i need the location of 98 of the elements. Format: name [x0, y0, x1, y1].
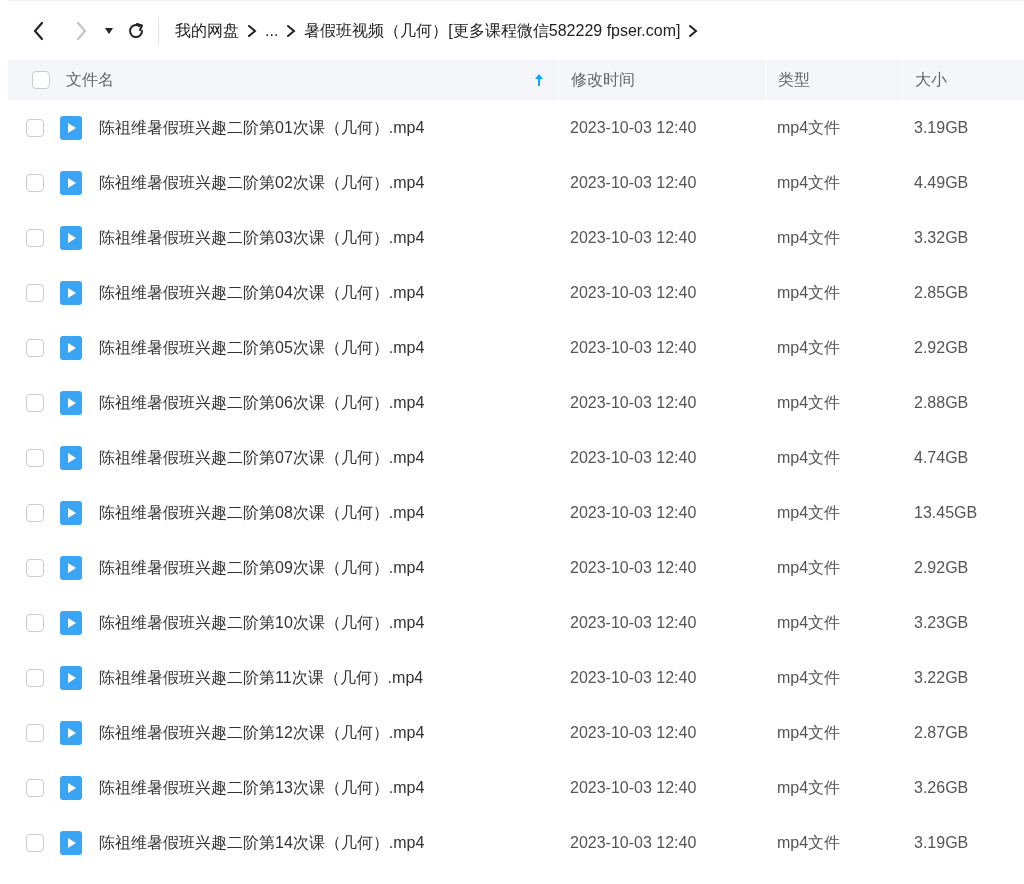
- checkbox[interactable]: [26, 723, 44, 742]
- file-size: 3.19GB: [914, 833, 969, 851]
- breadcrumb-link[interactable]: 我的网盘: [175, 18, 239, 43]
- file-name[interactable]: 陈祖维暑假班兴趣二阶第02次课（几何）.mp4: [99, 170, 425, 195]
- breadcrumb-link[interactable]: 暑假班视频（几何）[更多课程微信582229 fpser.com]: [304, 18, 681, 43]
- checkbox[interactable]: [26, 118, 44, 137]
- modified-time: 2023-10-03 12:40: [570, 338, 697, 356]
- file-type: mp4文件: [777, 558, 841, 576]
- file-name[interactable]: 陈祖维暑假班兴趣二阶第06次课（几何）.mp4: [99, 390, 425, 415]
- modified-time: 2023-10-03 12:40: [570, 448, 697, 466]
- file-size: 2.85GB: [914, 283, 969, 301]
- file-type: mp4文件: [777, 668, 841, 686]
- column-header[interactable]: 文件名: [66, 68, 114, 92]
- file-size: 3.19GB: [914, 118, 969, 136]
- file-type: mp4文件: [777, 338, 841, 356]
- file-name[interactable]: 陈祖维暑假班兴趣二阶第14次课（几何）.mp4: [99, 830, 425, 855]
- file-size: 3.32GB: [914, 228, 969, 246]
- file-size: 2.87GB: [914, 723, 969, 741]
- file-type: mp4文件: [777, 283, 841, 301]
- file-name[interactable]: 陈祖维暑假班兴趣二阶第03次课（几何）.mp4: [99, 225, 425, 250]
- checkbox[interactable]: [26, 778, 44, 797]
- modified-time: 2023-10-03 12:40: [570, 833, 697, 851]
- file-type: mp4文件: [777, 778, 841, 796]
- checkbox[interactable]: [26, 393, 44, 412]
- video-file-icon: [60, 555, 82, 580]
- checkbox[interactable]: [26, 668, 44, 687]
- file-size: 4.74GB: [914, 448, 969, 466]
- file-name[interactable]: 陈祖维暑假班兴趣二阶第12次课（几何）.mp4: [99, 720, 425, 745]
- file-size: 13.45GB: [914, 503, 978, 521]
- file-size: 3.23GB: [914, 613, 969, 631]
- file-name[interactable]: 陈祖维暑假班兴趣二阶第11次课（几何）.mp4: [99, 665, 424, 690]
- file-name[interactable]: 陈祖维暑假班兴趣二阶第13次课（几何）.mp4: [99, 775, 425, 800]
- file-size: 2.88GB: [914, 393, 969, 411]
- dropdown-icon[interactable]: [104, 26, 114, 35]
- file-size: 4.49GB: [914, 173, 969, 191]
- file-name[interactable]: 陈祖维暑假班兴趣二阶第10次课（几何）.mp4: [99, 610, 425, 635]
- video-file-icon: [60, 335, 82, 360]
- modified-time: 2023-10-03 12:40: [570, 393, 697, 411]
- checkbox[interactable]: [26, 283, 44, 302]
- checkbox[interactable]: [26, 503, 44, 522]
- chevron-right-icon: [688, 23, 699, 38]
- file-type: mp4文件: [777, 723, 841, 741]
- video-file-icon: [60, 665, 82, 690]
- video-file-icon: [60, 170, 82, 195]
- file-type: mp4文件: [777, 228, 841, 246]
- checkbox[interactable]: [26, 613, 44, 632]
- checkbox[interactable]: [32, 71, 50, 89]
- file-name[interactable]: 陈祖维暑假班兴趣二阶第07次课（几何）.mp4: [99, 445, 425, 470]
- file-name[interactable]: 陈祖维暑假班兴趣二阶第08次课（几何）.mp4: [99, 500, 425, 525]
- chevron-right-icon: [286, 23, 297, 38]
- modified-time: 2023-10-03 12:40: [570, 173, 697, 191]
- checkbox[interactable]: [26, 833, 44, 852]
- file-name[interactable]: 陈祖维暑假班兴趣二阶第04次课（几何）.mp4: [99, 280, 425, 305]
- file-size: 3.22GB: [914, 668, 969, 686]
- file-type: mp4文件: [777, 613, 841, 631]
- modified-time: 2023-10-03 12:40: [570, 118, 697, 136]
- video-file-icon: [60, 775, 82, 800]
- checkbox[interactable]: [26, 448, 44, 467]
- modified-time: 2023-10-03 12:40: [570, 503, 697, 521]
- video-file-icon: [60, 390, 82, 415]
- file-size: 3.26GB: [914, 778, 969, 796]
- file-type: mp4文件: [777, 448, 841, 466]
- file-size: 2.92GB: [914, 338, 969, 356]
- video-file-icon: [60, 225, 82, 250]
- modified-time: 2023-10-03 12:40: [570, 558, 697, 576]
- checkbox[interactable]: [26, 558, 44, 577]
- sort-up-icon: [534, 73, 544, 87]
- video-file-icon: [60, 445, 82, 470]
- chevron-right-icon: [247, 23, 257, 38]
- column-header[interactable]: 大小: [915, 68, 947, 92]
- file-name[interactable]: 陈祖维暑假班兴趣二阶第01次课（几何）.mp4: [99, 115, 425, 140]
- file-type: mp4文件: [777, 393, 841, 411]
- file-type: mp4文件: [777, 118, 841, 136]
- modified-time: 2023-10-03 12:40: [570, 613, 697, 631]
- video-file-icon: [60, 500, 82, 525]
- modified-time: 2023-10-03 12:40: [570, 668, 697, 686]
- modified-time: 2023-10-03 12:40: [570, 283, 697, 301]
- file-name[interactable]: 陈祖维暑假班兴趣二阶第09次课（几何）.mp4: [99, 555, 425, 580]
- file-type: mp4文件: [777, 173, 841, 191]
- refresh-icon[interactable]: [126, 20, 146, 41]
- column-header[interactable]: 类型: [778, 68, 810, 92]
- video-file-icon: [60, 280, 82, 305]
- checkbox[interactable]: [26, 228, 44, 247]
- modified-time: 2023-10-03 12:40: [570, 228, 697, 246]
- video-file-icon: [60, 610, 82, 635]
- file-size: 2.92GB: [914, 558, 969, 576]
- modified-time: 2023-10-03 12:40: [570, 778, 697, 796]
- checkbox[interactable]: [26, 338, 44, 357]
- video-file-icon: [60, 830, 82, 855]
- column-header[interactable]: 修改时间: [571, 68, 635, 92]
- file-type: mp4文件: [777, 833, 841, 851]
- file-type: mp4文件: [777, 503, 841, 521]
- video-file-icon: [60, 115, 82, 140]
- checkbox[interactable]: [26, 173, 44, 192]
- breadcrumb-link[interactable]: ...: [265, 18, 279, 43]
- modified-time: 2023-10-03 12:40: [570, 723, 697, 741]
- video-file-icon: [60, 720, 82, 745]
- file-name[interactable]: 陈祖维暑假班兴趣二阶第05次课（几何）.mp4: [99, 335, 425, 360]
